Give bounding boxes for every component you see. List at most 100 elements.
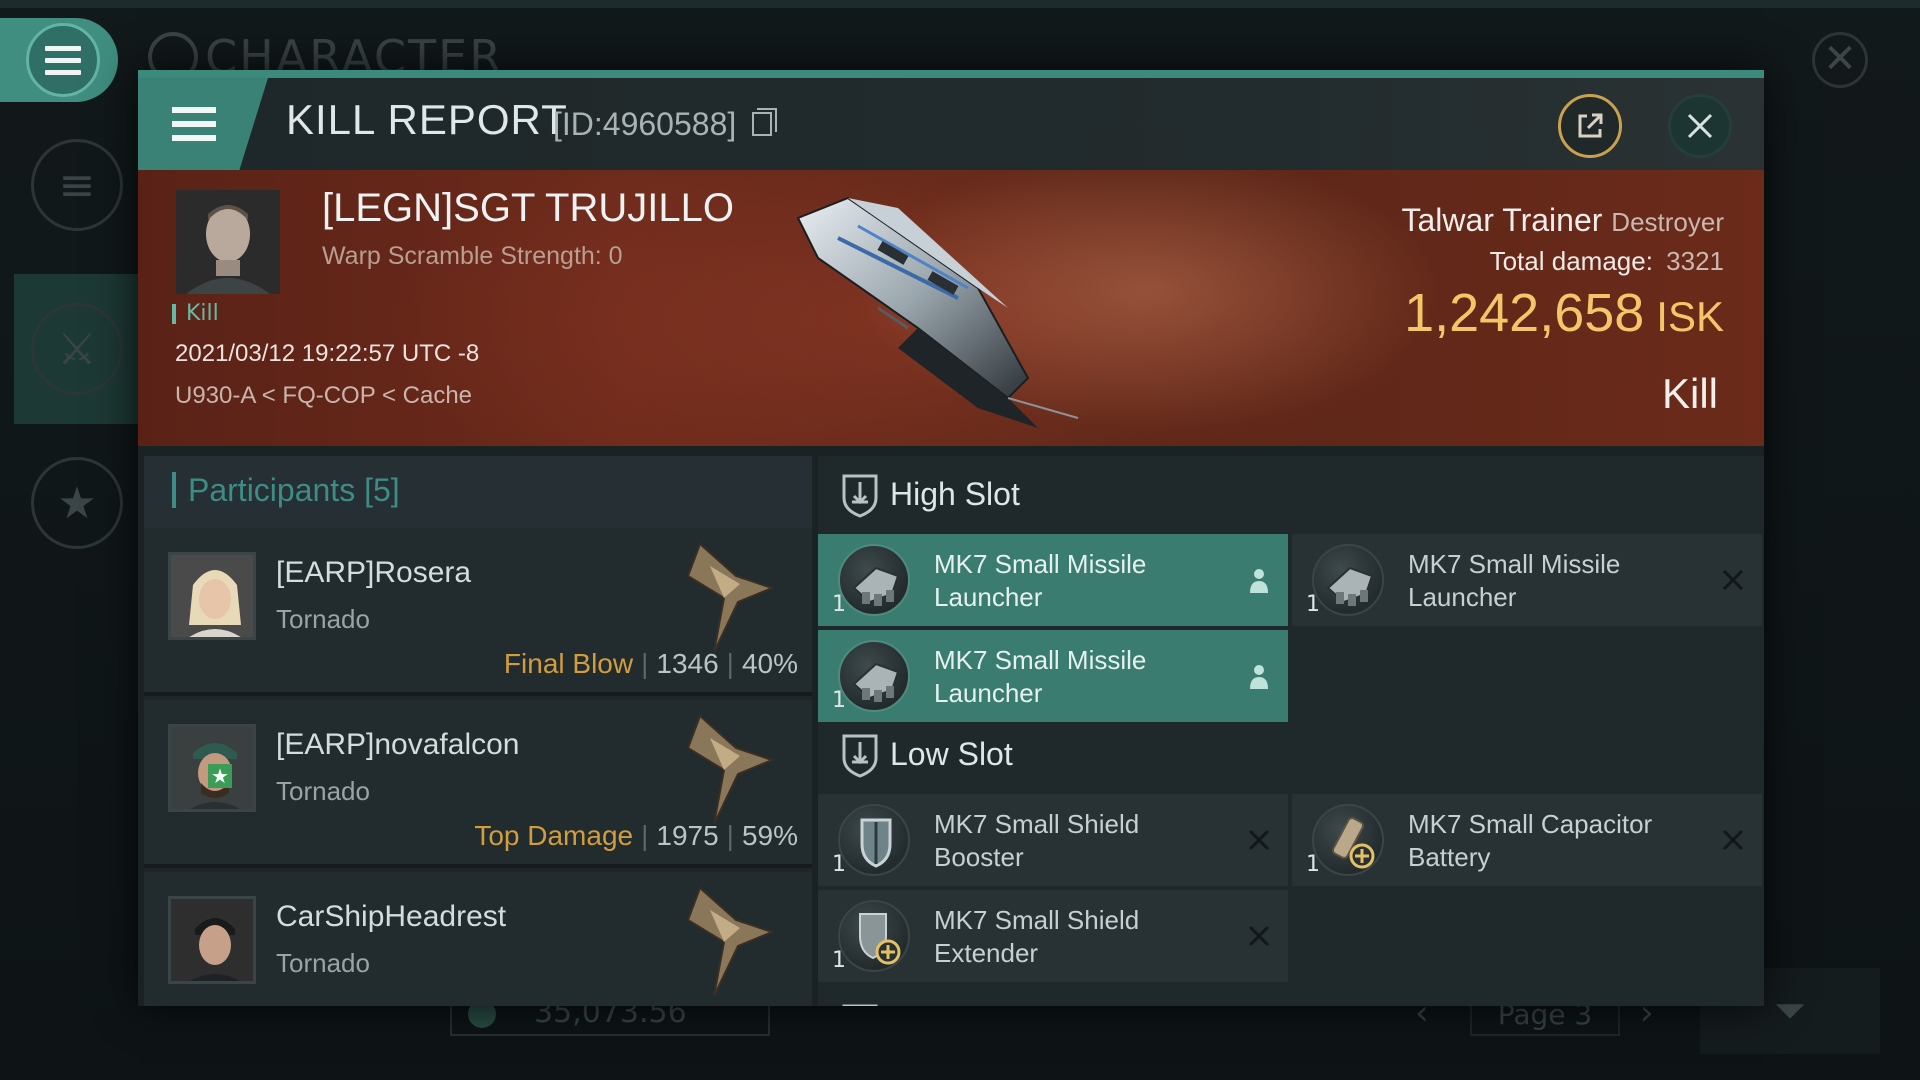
ship-name: Talwar Trainer <box>1401 202 1603 238</box>
missile-launcher-icon <box>838 640 910 712</box>
close-icon <box>1687 113 1713 139</box>
module-quantity: 1 <box>832 688 846 713</box>
background-sidebar: ≡ ⚔ ★ <box>14 110 144 580</box>
module-quantity: 1 <box>832 852 846 877</box>
kill-tag: Kill <box>172 303 219 325</box>
report-id: [ID:4960588] <box>553 106 737 142</box>
separator: | <box>641 648 649 679</box>
participant-ship: Tornado <box>276 948 370 978</box>
participant-ship: Tornado <box>276 776 370 806</box>
module-item[interactable]: 1 MK7 Small Shield Booster <box>818 794 1288 886</box>
total-damage-value: 3321 <box>1666 246 1724 276</box>
module-item[interactable]: 1 MK7 Small Missile Launcher <box>818 534 1288 626</box>
ship-class: Destroyer <box>1611 207 1724 237</box>
external-link-icon <box>1578 113 1603 138</box>
portrait-image <box>171 899 253 981</box>
mid-slot-header <box>818 986 1764 1006</box>
destroyer-ship-render <box>796 196 1079 428</box>
victim-name: [LEGN]SGT TRUJILLO <box>322 186 734 230</box>
isk-value: 1,242,658 ISK <box>1404 282 1724 344</box>
module-item[interactable]: 1 MK7 Small Capacitor Battery <box>1292 794 1762 886</box>
portrait-image <box>171 555 253 637</box>
victim-avatar[interactable] <box>176 190 280 294</box>
background-close-icon[interactable]: ✕ <box>1812 32 1868 88</box>
destroyed-x-icon <box>1244 920 1274 952</box>
separator: | <box>726 648 734 679</box>
separator: | <box>641 820 649 851</box>
crossed-swords-icon: ⚔ <box>31 303 123 395</box>
participant-damage: 1346 <box>656 648 719 679</box>
capacitor-battery-icon <box>1312 804 1384 876</box>
share-button[interactable] <box>1558 94 1622 158</box>
participant-tag: Top Damage <box>474 820 634 851</box>
module-quantity: 1 <box>1306 592 1320 617</box>
module-quantity: 1 <box>832 592 846 617</box>
hamburger-line <box>172 135 216 141</box>
modal-header: KILL REPORT [ID:4960588] <box>138 78 1764 170</box>
portrait-image <box>176 190 280 294</box>
kill-location[interactable]: U930-A < FQ-COP < Cache <box>175 382 472 410</box>
low-slot-label: Low Slot <box>890 736 1013 772</box>
participant-stats: Final Blow | 1346 | 40% <box>504 648 798 680</box>
avatar <box>168 896 256 984</box>
participant-name: CarShipHeadrest <box>276 900 507 933</box>
isk-amount: 1,242,658 <box>1404 283 1645 343</box>
participant-row[interactable]: ★ [EARP]novafalcon Tornado Top Damage | 19… <box>144 700 812 868</box>
participant-name: [EARP]novafalcon <box>276 728 520 761</box>
participant-row[interactable]: [EARP]Rosera Tornado Final Blow | 1346 | 40% <box>144 528 812 696</box>
shield-slot-icon <box>842 474 878 518</box>
module-quantity: 1 <box>832 948 846 973</box>
isk-unit: ISK <box>1656 293 1724 340</box>
fitting-panel: High Slot 1 MK7 Small Missile Launcher 1… <box>818 456 1764 1006</box>
tornado-ship-icon <box>686 542 775 653</box>
modal-accent-line <box>138 70 1764 78</box>
module-item[interactable]: 1 MK7 Small Shield Extender <box>818 890 1288 982</box>
participants-header: Participants [5] <box>144 456 812 528</box>
participants-title: Participants [5] <box>172 472 400 508</box>
sidebar-item-menu[interactable]: ≡ <box>14 110 140 260</box>
page-title: KILL REPORT <box>286 96 568 143</box>
avatar <box>168 552 256 640</box>
module-name: MK7 Small Missile Launcher <box>934 549 1147 612</box>
participant-percent: 59% <box>741 820 798 851</box>
module-item[interactable]: 1 MK7 Small Missile Launcher <box>818 630 1288 722</box>
shield-slot-icon <box>842 734 878 778</box>
shield-booster-icon <box>838 804 910 876</box>
star-icon: ★ <box>31 457 123 549</box>
tornado-ship-icon <box>686 714 775 825</box>
module-name: MK7 Small Shield Booster <box>934 809 1140 872</box>
destroyed-x-icon <box>1244 824 1274 856</box>
total-damage: Total damage: 3321 <box>1490 246 1724 277</box>
high-slot-header: High Slot <box>818 456 1764 534</box>
participant-percent: 40% <box>741 648 798 679</box>
hamburger-line <box>172 121 216 127</box>
tornado-ship-icon <box>686 886 775 997</box>
main-menu-button[interactable] <box>0 18 118 102</box>
module-quantity: 1 <box>1306 852 1320 877</box>
top-strip <box>0 0 1920 8</box>
sidebar-item-favorites[interactable]: ★ <box>14 428 140 578</box>
copy-icon[interactable] <box>752 108 777 136</box>
missile-launcher-icon <box>1312 544 1384 616</box>
participant-row[interactable]: CarShipHeadrest Tornado <box>144 872 812 1006</box>
module-item[interactable]: 1 MK7 Small Missile Launcher <box>1292 534 1762 626</box>
high-slot-label: High Slot <box>890 476 1020 512</box>
participant-name: [EARP]Rosera <box>276 556 472 589</box>
module-name: MK7 Small Missile Launcher <box>934 645 1147 708</box>
modal-menu-button[interactable] <box>138 78 268 170</box>
sidebar-item-combat[interactable]: ⚔ <box>14 274 140 424</box>
fitted-person-icon <box>1244 564 1274 596</box>
kill-report-modal: KILL REPORT [ID:4960588] [LEGN]SGT TRUJI… <box>138 70 1764 1006</box>
module-name: MK7 Small Missile Launcher <box>1408 549 1621 612</box>
participant-damage: 1975 <box>656 820 719 851</box>
list-icon: ≡ <box>31 139 123 231</box>
module-name: MK7 Small Shield Extender <box>934 905 1140 968</box>
separator: | <box>726 820 734 851</box>
shield-extender-icon <box>838 900 910 972</box>
result-label: Kill <box>1661 370 1718 417</box>
low-slot-header: Low Slot <box>818 716 1764 794</box>
victim-ship[interactable]: Talwar Trainer Destroyer <box>1401 202 1724 239</box>
close-button[interactable] <box>1668 94 1732 158</box>
total-damage-label: Total damage: <box>1489 246 1653 276</box>
module-name: MK7 Small Capacitor Battery <box>1408 809 1653 872</box>
